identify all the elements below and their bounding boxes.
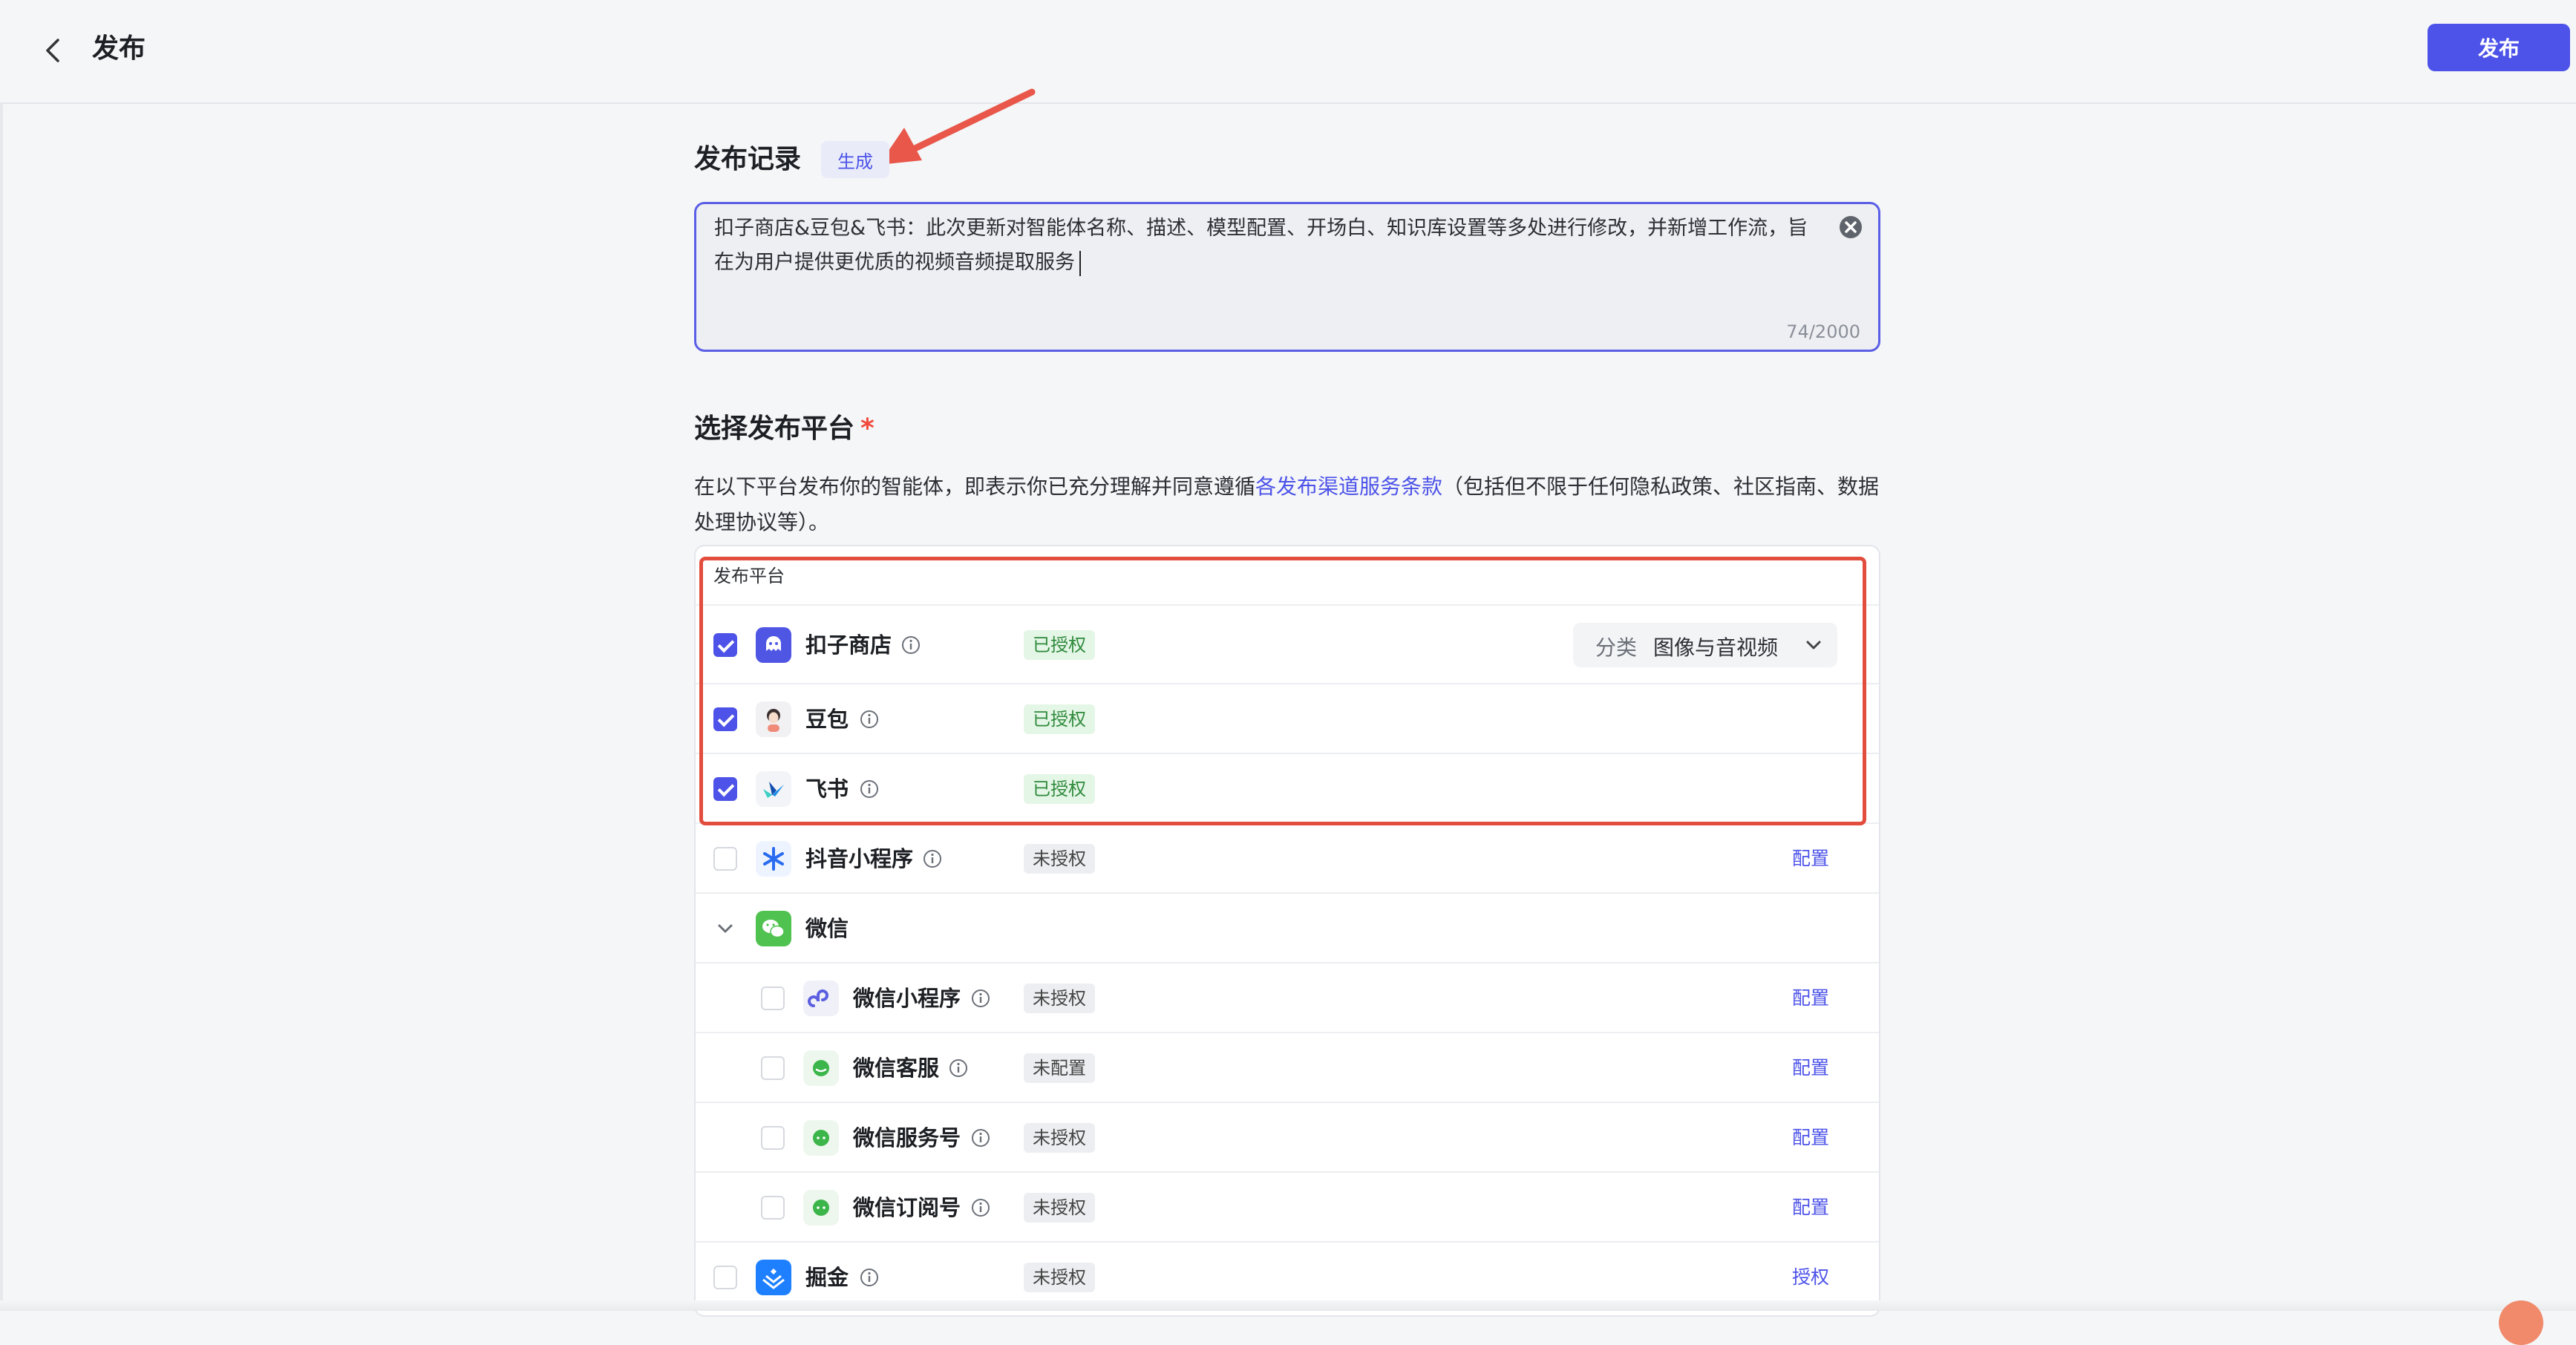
platform-name: 微信订阅号: [853, 1195, 961, 1220]
platform-name: 掘金: [805, 1265, 849, 1290]
checkbox-feishu[interactable]: [713, 777, 737, 801]
info-icon[interactable]: [970, 1128, 991, 1148]
generate-button[interactable]: 生成: [821, 141, 889, 178]
category-label: 分类: [1595, 635, 1638, 660]
douyin-miniapp-icon: [756, 841, 791, 877]
terms-text-before: 在以下平台发布你的智能体，即表示你已充分理解并同意遵循: [694, 474, 1256, 499]
top-bar: 发布 发布: [0, 0, 2576, 104]
chevron-left-icon: [46, 39, 59, 62]
clear-icon[interactable]: [1838, 215, 1863, 240]
doubao-icon: [756, 701, 791, 737]
info-icon[interactable]: [859, 709, 880, 730]
feishu-icon: [756, 771, 791, 807]
platform-name: 扣子商店: [805, 632, 892, 658]
platform-group-wechat[interactable]: 微信: [696, 892, 1879, 962]
category-value: 图像与音视频: [1653, 635, 1779, 660]
service-terms-link[interactable]: 各发布渠道服务条款: [1255, 474, 1442, 499]
record-textarea[interactable]: 扣子商店&豆包&飞书：此次更新对智能体名称、描述、模型配置、开场白、知识库设置等…: [694, 202, 1880, 352]
platform-row-wechat-miniprogram: 微信小程序 未授权 配置: [696, 962, 1879, 1032]
status-badge: 未授权: [1024, 844, 1095, 874]
checkbox-coze-store[interactable]: [713, 633, 737, 657]
bottom-shadow: [0, 1300, 2576, 1311]
platform-section-title: 选择发布平台 *: [694, 410, 875, 448]
info-icon[interactable]: [859, 1267, 880, 1288]
configure-link[interactable]: 配置: [1792, 984, 1829, 1013]
chevron-down-icon: [1806, 641, 1821, 649]
checkbox-wechat-miniprogram[interactable]: [761, 986, 785, 1010]
platform-name: 飞书: [805, 776, 849, 802]
coze-store-icon: [756, 627, 791, 663]
platform-row-wechat-service: 微信客服 未配置 配置: [696, 1032, 1879, 1102]
platform-name: 微信客服: [853, 1056, 940, 1081]
platform-row-coze-store: 扣子商店 已授权 分类 图像与音视频: [696, 604, 1879, 683]
platform-name: 豆包: [805, 707, 849, 732]
left-divider: [0, 102, 3, 1311]
text-caret: [1079, 250, 1081, 276]
checkbox-wechat-service-account[interactable]: [761, 1126, 785, 1150]
chevron-down-icon[interactable]: [713, 917, 737, 940]
status-badge: 未授权: [1024, 1123, 1095, 1153]
table-header-platform: 发布平台: [713, 566, 785, 586]
checkbox-doubao[interactable]: [713, 707, 737, 731]
annotation-arrow: [879, 88, 1036, 165]
configure-link[interactable]: 配置: [1792, 844, 1829, 874]
configure-link[interactable]: 配置: [1792, 1053, 1829, 1083]
status-badge: 已授权: [1024, 774, 1095, 804]
page-title: 发布: [92, 33, 146, 64]
wechat-icon: [756, 911, 791, 946]
wechat-service-account-icon: [803, 1120, 839, 1156]
info-icon[interactable]: [900, 635, 921, 655]
info-icon[interactable]: [859, 779, 880, 799]
platform-row-feishu: 飞书 已授权: [696, 753, 1879, 822]
wechat-service-icon: [803, 1050, 839, 1086]
platform-row-wechat-subscription: 微信订阅号 未授权 配置: [696, 1171, 1879, 1241]
platform-section-title-text: 选择发布平台: [694, 413, 855, 444]
char-counter: 74/2000: [1786, 321, 1860, 342]
floating-assistant-button[interactable]: [2499, 1300, 2543, 1345]
checkbox-wechat-service[interactable]: [761, 1056, 785, 1080]
status-badge: 已授权: [1024, 704, 1095, 734]
status-badge: 已授权: [1024, 630, 1095, 660]
platform-row-doubao: 豆包 已授权: [696, 683, 1879, 753]
back-button[interactable]: [33, 30, 74, 71]
required-mark: *: [860, 413, 875, 444]
checkbox-wechat-subscription[interactable]: [761, 1196, 785, 1220]
publish-button[interactable]: 发布: [2428, 24, 2570, 71]
info-icon[interactable]: [970, 1197, 991, 1218]
configure-link[interactable]: 配置: [1792, 1193, 1829, 1223]
platform-name: 微信: [805, 916, 849, 941]
configure-link[interactable]: 配置: [1792, 1123, 1829, 1153]
platform-terms-description: 在以下平台发布你的智能体，即表示你已充分理解并同意遵循各发布渠道服务条款（包括但…: [694, 469, 1882, 540]
platform-row-douyin-miniapp: 抖音小程序 未授权 配置: [696, 822, 1879, 892]
info-icon[interactable]: [970, 988, 991, 1009]
record-title: 发布记录: [694, 144, 802, 174]
status-badge: 未配置: [1024, 1053, 1095, 1083]
wechat-subscription-icon: [803, 1190, 839, 1225]
platform-table: 发布平台 扣子商店 已授权 分类 图像与音视频 豆包 已授权 飞书 已授权 抖音…: [694, 545, 1880, 1317]
platform-row-wechat-service-account: 微信服务号 未授权 配置: [696, 1102, 1879, 1171]
category-select[interactable]: 分类 图像与音视频: [1573, 623, 1837, 667]
platform-name: 抖音小程序: [805, 846, 914, 871]
authorize-link[interactable]: 授权: [1792, 1263, 1829, 1292]
info-icon[interactable]: [948, 1058, 969, 1079]
info-icon[interactable]: [922, 848, 943, 869]
wechat-miniprogram-icon: [803, 981, 839, 1016]
juejin-icon: [756, 1260, 791, 1295]
status-badge: 未授权: [1024, 1193, 1095, 1223]
platform-name: 微信服务号: [853, 1125, 961, 1151]
record-text[interactable]: 扣子商店&豆包&飞书：此次更新对智能体名称、描述、模型配置、开场白、知识库设置等…: [714, 212, 1828, 280]
status-badge: 未授权: [1024, 1263, 1095, 1292]
checkbox-juejin[interactable]: [713, 1266, 737, 1289]
status-badge: 未授权: [1024, 984, 1095, 1013]
checkbox-douyin-miniapp[interactable]: [713, 847, 737, 871]
platform-name: 微信小程序: [853, 986, 961, 1011]
